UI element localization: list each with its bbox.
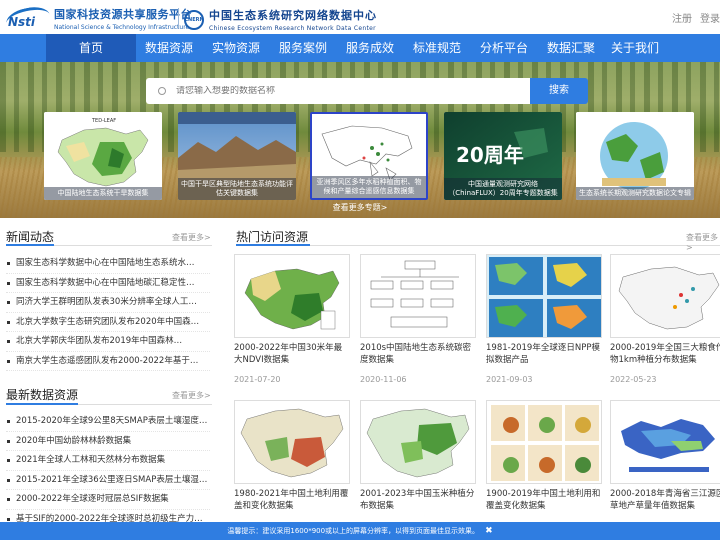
resource-card[interactable]: 1980-2021年中国土地利用覆盖和变化数据集 xyxy=(234,400,350,512)
news-list: 国家生态科学数据中心在中国陆地生态系统水… 国家生态科学数据中心在中国陆地碳汇稳… xyxy=(6,254,210,371)
hot-title: 热门访问资源 xyxy=(236,230,309,244)
resource-card[interactable]: 2000-2018年青海省三江源区草地产草量年值数据集 xyxy=(610,400,720,512)
resource-name: 2000-2018年青海省三江源区草地产草量年值数据集 xyxy=(610,489,720,511)
resource-date: 2021-09-03 xyxy=(486,375,533,384)
news-title: 新闻动态 xyxy=(6,230,55,244)
site-header: Nsti 国家科技资源共享服务平台 National Science & Tec… xyxy=(0,0,720,34)
latest-item[interactable]: 2015-2021年全球36公里逐日SMAP表层土壤湿… xyxy=(6,471,210,490)
nav-home[interactable]: 首页 xyxy=(46,34,136,62)
topic-card-caption: 中国干旱区典型陆地生态系统功能评估关键数据集 xyxy=(178,178,296,200)
more-topics-link[interactable]: 查看更多专题> xyxy=(0,202,720,213)
topic-card-caption: 中国陆地生态系统干旱数据集 xyxy=(44,187,162,200)
resource-thumbnail xyxy=(486,400,602,484)
news-underline xyxy=(6,244,54,246)
topic-card-arid[interactable]: 中国干旱区典型陆地生态系统功能评估关键数据集 xyxy=(178,112,296,200)
resource-thumbnail xyxy=(610,254,720,338)
resource-card[interactable]: 2000-2019年全国三大粮食作物1km种植分布数据集 2022-05-23 xyxy=(610,254,720,384)
nsti-logo-mark: Nsti xyxy=(4,3,52,34)
nav-data-resources[interactable]: 数据资源 xyxy=(136,34,202,62)
close-icon[interactable]: ✖ xyxy=(485,526,493,536)
latest-item[interactable]: 2000-2022年全球逐时冠层总SIF数据集 xyxy=(6,490,210,510)
topic-card-caption: 亚洲季风区多年水稻种植面积、物候和产量综合遥感信息数据集 xyxy=(312,176,426,198)
svg-text:20周年: 20周年 xyxy=(456,143,524,167)
nsti-logo[interactable]: Nsti 国家科技资源共享服务平台 National Science & Tec… xyxy=(4,3,192,34)
search-input[interactable] xyxy=(176,86,476,96)
resource-name: 1981-2019年全球逐日NPP模拟数据产品 xyxy=(486,343,600,365)
news-item[interactable]: 南京大学生态遥感团队发布2000-2022年基于… xyxy=(6,352,210,371)
news-item[interactable]: 同济大学王群明团队发表30米分辨率全球人工… xyxy=(6,293,210,313)
resource-name: 1980-2021年中国土地利用覆盖和变化数据集 xyxy=(234,489,349,511)
hot-underline xyxy=(236,244,310,246)
resolution-tip-bar: 温馨提示：建议采用1600*900或以上的屏幕分辨率，以得到页面最佳显示效果。 ✖ xyxy=(0,522,720,540)
search-icon xyxy=(158,87,166,95)
latest-item[interactable]: 2015-2020年全球9公里8天SMAP表层土壤湿度… xyxy=(6,412,210,432)
carousel-next-icon[interactable]: › xyxy=(683,148,692,170)
latest-underline xyxy=(6,403,78,405)
nav-physical-resources[interactable]: 实物资源 xyxy=(202,34,270,62)
login-link[interactable]: 登录 xyxy=(700,10,720,25)
nav-service-results[interactable]: 服务成效 xyxy=(336,34,404,62)
cnern-name-en: Chinese Ecosystem Research Network Data … xyxy=(209,25,376,32)
resource-name: 2001-2023年中国玉米种植分布数据集 xyxy=(360,489,475,511)
search-box xyxy=(146,78,530,104)
latest-more-link[interactable]: 查看更多> xyxy=(172,390,211,401)
topic-card-caption: 中国通量观测研究网络（ChinaFLUX）20周年专题数据集 xyxy=(444,178,562,200)
latest-item[interactable]: 2021年全球人工林和天然林分布数据集 xyxy=(6,451,210,471)
resource-name: 2000-2022年中国30米年最大NDVI数据集 xyxy=(234,343,343,365)
hero-banner: 搜索 TED-LEAF 中国陆地生态系统干旱数据集 中国干旱 xyxy=(0,62,720,218)
resource-thumbnail xyxy=(486,254,602,338)
tip-text: 温馨提示：建议采用1600*900或以上的屏幕分辨率，以得到页面最佳显示效果。 xyxy=(227,527,480,535)
resource-name: 1900-2019年中国土地利用和覆盖变化数据集 xyxy=(486,489,601,511)
cnern-logo-mark: CNERN xyxy=(184,9,204,30)
search-button[interactable]: 搜索 xyxy=(530,78,588,104)
topic-card-caption: 生态系统长期观测研究数据论文专辑 xyxy=(576,187,694,200)
news-item[interactable]: 北京大学郭庆华团队发布2019年中国森林… xyxy=(6,332,210,352)
auth-links: 注册 登录 xyxy=(672,10,720,25)
resource-card[interactable]: 1981-2019年全球逐日NPP模拟数据产品 2021-09-03 xyxy=(486,254,602,384)
resource-name: 2010s中国陆地生态系统碳密度数据集 xyxy=(360,343,472,365)
latest-list: 2015-2020年全球9公里8天SMAP表层土壤湿度… 2020年中国幼龄林林… xyxy=(6,412,210,529)
topic-card-drought[interactable]: TED-LEAF 中国陆地生态系统干旱数据集 xyxy=(44,112,162,200)
nav-data-aggregation[interactable]: 数据汇聚 xyxy=(538,34,604,62)
main-nav: 首页 数据资源 实物资源 服务案例 服务成效 标准规范 分析平台 数据汇聚 关于… xyxy=(0,34,720,62)
cnern-name-cn: 中国生态系统研究网络数据中心 xyxy=(209,9,377,22)
resource-card[interactable]: 1900-2019年中国土地利用和覆盖变化数据集 xyxy=(486,400,602,512)
resource-name: 2000-2019年全国三大粮食作物1km种植分布数据集 xyxy=(610,343,720,365)
resource-thumbnail xyxy=(234,254,350,338)
register-link[interactable]: 注册 xyxy=(672,10,692,25)
topic-card-rice[interactable]: 亚洲季风区多年水稻种植面积、物候和产量综合遥感信息数据集 xyxy=(310,112,428,200)
topic-card-papers[interactable]: 生态系统长期观测研究数据论文专辑 xyxy=(576,112,694,200)
nav-service-cases[interactable]: 服务案例 xyxy=(270,34,336,62)
news-more-link[interactable]: 查看更多> xyxy=(172,232,211,243)
hot-more-link[interactable]: 查看更多> xyxy=(686,232,720,252)
logo-divider xyxy=(178,8,179,28)
resource-card[interactable]: 2001-2023年中国玉米种植分布数据集 xyxy=(360,400,476,512)
news-item[interactable]: 国家生态科学数据中心在中国陆地生态系统水… xyxy=(6,254,210,274)
nav-standards[interactable]: 标准规范 xyxy=(404,34,470,62)
resource-thumbnail xyxy=(360,400,476,484)
nsti-name-cn: 国家科技资源共享服务平台 xyxy=(54,8,192,21)
resource-card[interactable]: 2010s中国陆地生态系统碳密度数据集 2020-11-06 xyxy=(360,254,476,384)
search-bar: 搜索 xyxy=(146,78,588,104)
nav-analysis-platform[interactable]: 分析平台 xyxy=(470,34,538,62)
latest-item[interactable]: 2020年中国幼龄林林龄数据集 xyxy=(6,432,210,451)
latest-title: 最新数据资源 xyxy=(6,388,79,402)
nav-about[interactable]: 关于我们 xyxy=(604,34,666,62)
cnern-logo[interactable]: CNERN 中国生态系统研究网络数据中心 Chinese Ecosystem R… xyxy=(184,7,377,32)
topic-card-chinaflux[interactable]: 20周年 中国通量观测研究网络（ChinaFLUX）20周年专题数据集 xyxy=(444,112,562,200)
resource-thumbnail xyxy=(360,254,476,338)
resource-thumbnail xyxy=(610,400,720,484)
resource-date: 2020-11-06 xyxy=(360,375,407,384)
news-item[interactable]: 国家生态科学数据中心在中国陆地碳汇稳定性… xyxy=(6,274,210,293)
resource-date: 2022-05-23 xyxy=(610,375,657,384)
svg-text:TED-LEAF: TED-LEAF xyxy=(91,118,116,124)
resource-date: 2021-07-20 xyxy=(234,375,281,384)
carousel-prev-icon[interactable]: ‹ xyxy=(44,148,53,170)
resource-card[interactable]: 2000-2022年中国30米年最大NDVI数据集 2021-07-20 xyxy=(234,254,350,384)
resource-thumbnail xyxy=(234,400,350,484)
news-item[interactable]: 北京大学数字生态研究团队发布2020年中国森… xyxy=(6,313,210,332)
nsti-name-en: National Science & Technology Infrastruc… xyxy=(54,24,190,31)
